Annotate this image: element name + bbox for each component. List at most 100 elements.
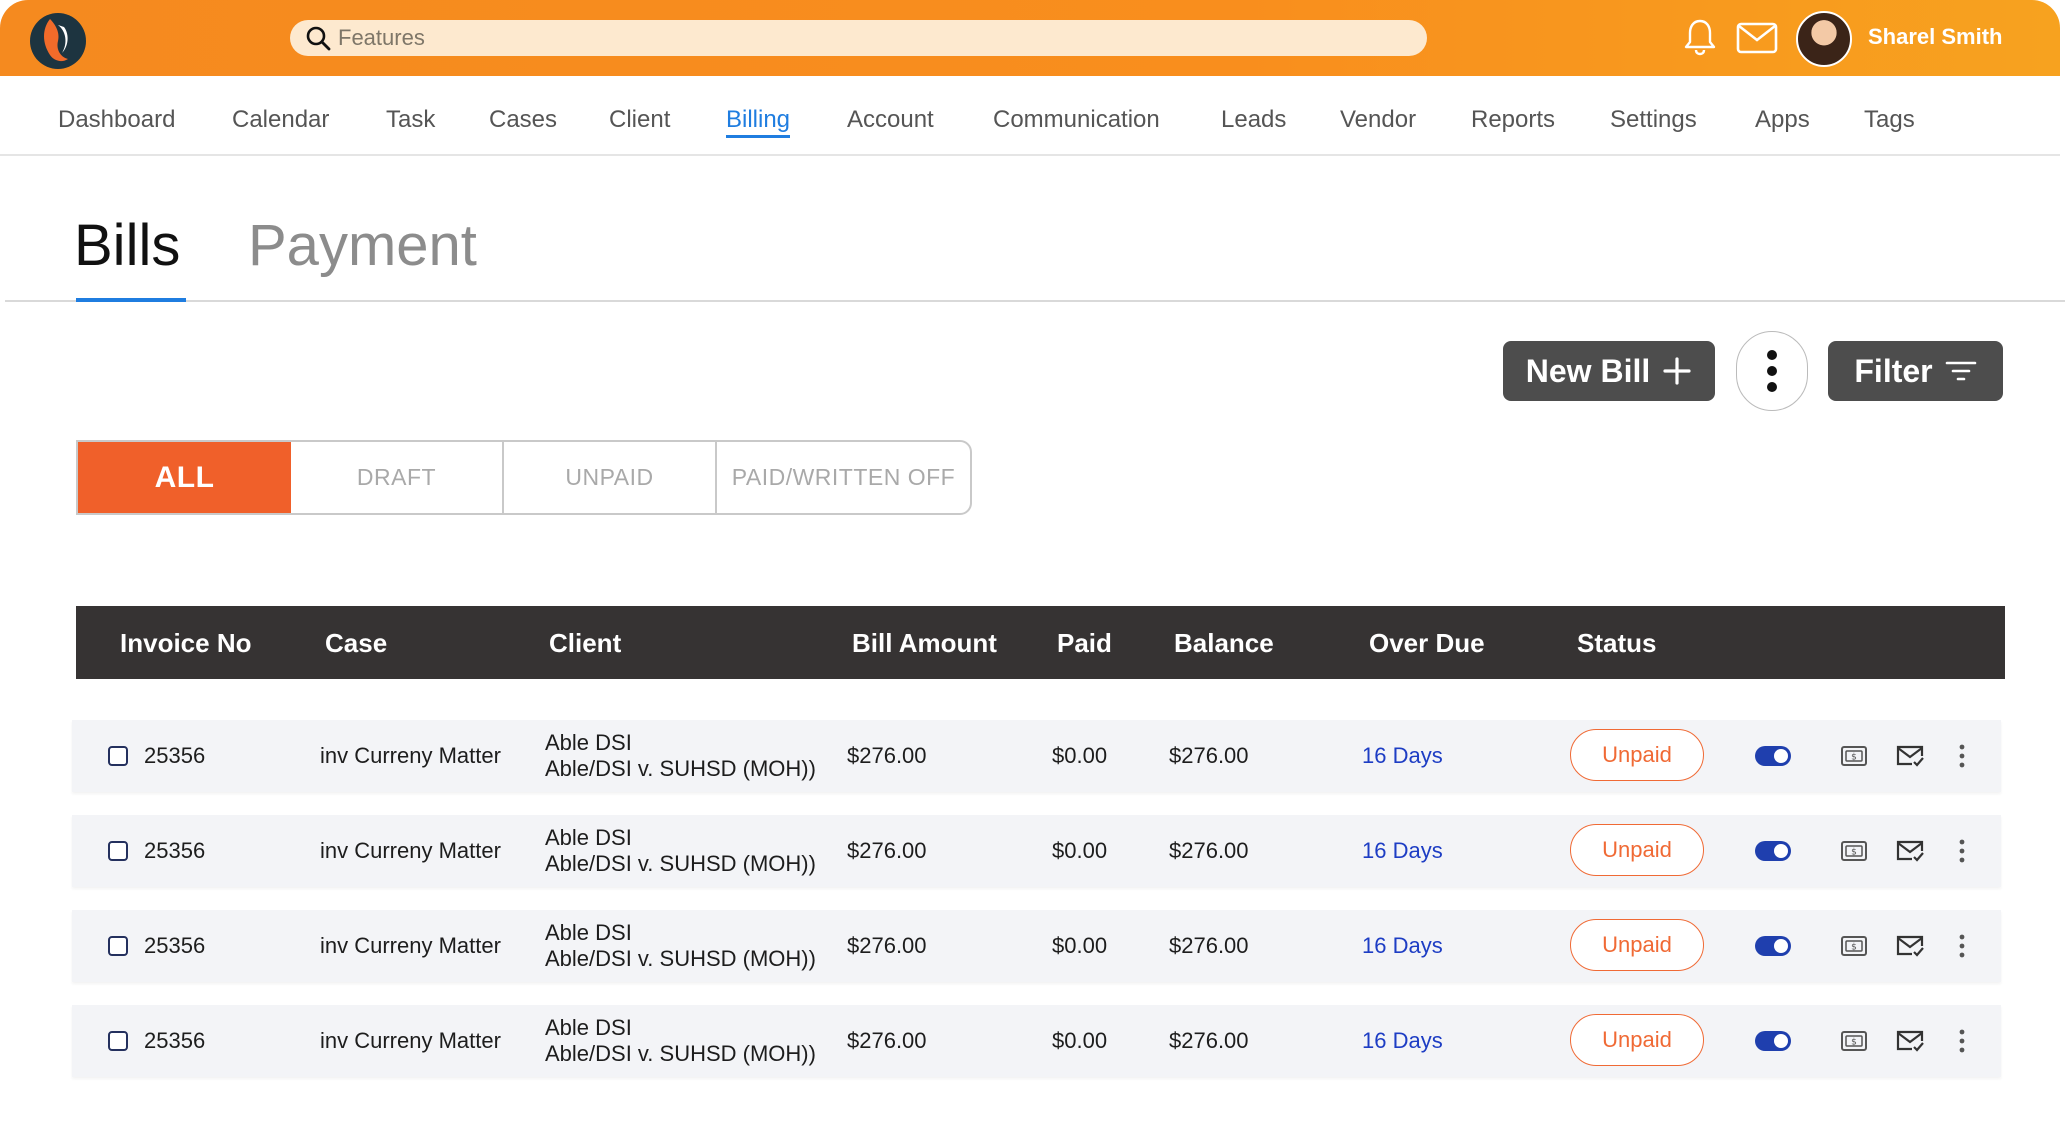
nav-dashboard[interactable]: Dashboard <box>58 106 175 134</box>
more-options-button[interactable] <box>1736 331 1808 411</box>
balance-amount: $276.00 <box>1169 743 1249 768</box>
paid-amount: $0.00 <box>1052 743 1108 768</box>
row-more-icon[interactable] <box>1958 934 1966 958</box>
nav-settings[interactable]: Settings <box>1610 106 1697 134</box>
nav-communication[interactable]: Communication <box>993 106 1160 134</box>
segment-paid-written-off[interactable]: PAID/WRITTEN OFF <box>717 442 970 513</box>
main-nav: Dashboard Calendar Task Cases Client Bil… <box>0 76 2060 156</box>
table-header: Invoice No Case Client Bill Amount Paid … <box>76 606 2005 679</box>
tab-payment[interactable]: Payment <box>248 212 477 279</box>
active-tab-indicator <box>76 298 186 302</box>
mail-sent-icon[interactable] <box>1895 837 1925 865</box>
client-matter: Able/DSI v. SUHSD (MOH)) <box>545 946 816 971</box>
table-row[interactable]: 25356 inv Curreny Matter Able DSI Able/D… <box>72 910 2001 982</box>
mail-sent-icon[interactable] <box>1895 742 1925 770</box>
col-balance[interactable]: Balance <box>1174 628 1274 659</box>
row-checkbox[interactable] <box>108 841 128 861</box>
client-cell: Able DSI Able/DSI v. SUHSD (MOH)) <box>545 730 816 782</box>
col-paid[interactable]: Paid <box>1057 628 1112 659</box>
row-more-icon[interactable] <box>1958 744 1966 768</box>
col-over-due[interactable]: Over Due <box>1369 628 1485 659</box>
row-checkbox[interactable] <box>108 1031 128 1051</box>
status-filter-segments: ALL DRAFT UNPAID PAID/WRITTEN OFF <box>76 440 972 515</box>
payment-icon[interactable]: $ <box>1840 742 1868 770</box>
tab-bills[interactable]: Bills <box>74 212 180 279</box>
segment-draft[interactable]: DRAFT <box>291 442 504 513</box>
case-name: inv Curreny Matter <box>320 838 501 863</box>
bill-amount: $276.00 <box>847 743 927 768</box>
table-row[interactable]: 25356 inv Curreny Matter Able DSI Able/D… <box>72 815 2001 887</box>
paid-amount: $0.00 <box>1052 838 1108 863</box>
filter-button[interactable]: Filter <box>1828 341 2003 401</box>
invoice-no: 25356 <box>144 1028 206 1053</box>
bell-icon[interactable] <box>1684 18 1716 56</box>
nav-account[interactable]: Account <box>847 106 934 134</box>
nav-cases[interactable]: Cases <box>489 106 557 134</box>
invoice-no: 25356 <box>144 933 206 958</box>
over-due: 16 Days <box>1362 838 1443 863</box>
balance-amount: $276.00 <box>1169 933 1249 958</box>
table-row[interactable]: 25356 inv Curreny Matter Able DSI Able/D… <box>72 1005 2001 1077</box>
mail-sent-icon[interactable] <box>1895 932 1925 960</box>
svg-text:$: $ <box>1851 848 1857 858</box>
mail-sent-icon[interactable] <box>1895 1027 1925 1055</box>
vertical-dots-icon <box>1767 350 1777 392</box>
segment-unpaid[interactable]: UNPAID <box>504 442 717 513</box>
nav-billing[interactable]: Billing <box>726 106 791 138</box>
nav-task[interactable]: Task <box>386 106 435 134</box>
nav-reports[interactable]: Reports <box>1471 106 1555 134</box>
invoice-no: 25356 <box>144 838 206 863</box>
paid-amount: $0.00 <box>1052 933 1108 958</box>
payment-icon[interactable]: $ <box>1840 837 1868 865</box>
row-toggle[interactable] <box>1755 1031 1791 1051</box>
status-badge[interactable]: Unpaid <box>1570 919 1704 971</box>
nav-vendor[interactable]: Vendor <box>1340 106 1416 134</box>
col-case[interactable]: Case <box>325 628 387 659</box>
mail-icon[interactable] <box>1736 22 1778 54</box>
client-name: Able DSI <box>545 730 632 755</box>
nav-tags[interactable]: Tags <box>1864 106 1915 134</box>
col-invoice-no[interactable]: Invoice No <box>120 628 251 659</box>
client-name: Able DSI <box>545 920 632 945</box>
bill-amount: $276.00 <box>847 933 927 958</box>
status-badge[interactable]: Unpaid <box>1570 729 1704 781</box>
top-bar: Sharel Smith <box>0 0 2060 76</box>
avatar[interactable] <box>1796 11 1852 67</box>
row-toggle[interactable] <box>1755 746 1791 766</box>
new-bill-button[interactable]: New Bill <box>1503 341 1715 401</box>
filter-label: Filter <box>1854 352 1933 389</box>
status-badge[interactable]: Unpaid <box>1570 1014 1704 1066</box>
row-checkbox[interactable] <box>108 746 128 766</box>
client-name: Able DSI <box>545 1015 632 1040</box>
svg-text:$: $ <box>1851 943 1857 953</box>
paid-amount: $0.00 <box>1052 1028 1108 1053</box>
status-badge[interactable]: Unpaid <box>1570 824 1704 876</box>
nav-leads[interactable]: Leads <box>1221 106 1286 134</box>
nav-apps[interactable]: Apps <box>1755 106 1810 134</box>
col-status[interactable]: Status <box>1577 628 1656 659</box>
user-name[interactable]: Sharel Smith <box>1868 24 2002 50</box>
search-icon <box>306 26 331 51</box>
new-bill-label: New Bill <box>1525 352 1651 389</box>
payment-icon[interactable]: $ <box>1840 932 1868 960</box>
row-toggle[interactable] <box>1755 841 1791 861</box>
col-client[interactable]: Client <box>549 628 621 659</box>
nav-calendar[interactable]: Calendar <box>232 106 329 134</box>
row-more-icon[interactable] <box>1958 1029 1966 1053</box>
app-logo-icon[interactable] <box>28 11 88 71</box>
plus-icon <box>1663 357 1691 385</box>
row-more-icon[interactable] <box>1958 839 1966 863</box>
row-toggle[interactable] <box>1755 936 1791 956</box>
segment-all[interactable]: ALL <box>78 442 291 513</box>
row-checkbox[interactable] <box>108 936 128 956</box>
col-bill-amount[interactable]: Bill Amount <box>852 628 997 659</box>
client-matter: Able/DSI v. SUHSD (MOH)) <box>545 756 816 781</box>
case-name: inv Curreny Matter <box>320 743 501 768</box>
payment-icon[interactable]: $ <box>1840 1027 1868 1055</box>
filter-icon <box>1945 361 1976 381</box>
search-input[interactable] <box>338 22 1388 54</box>
tabs-divider <box>5 300 2065 302</box>
client-cell: Able DSI Able/DSI v. SUHSD (MOH)) <box>545 825 816 877</box>
table-row[interactable]: 25356 inv Curreny Matter Able DSI Able/D… <box>72 720 2001 792</box>
nav-client[interactable]: Client <box>609 106 670 134</box>
